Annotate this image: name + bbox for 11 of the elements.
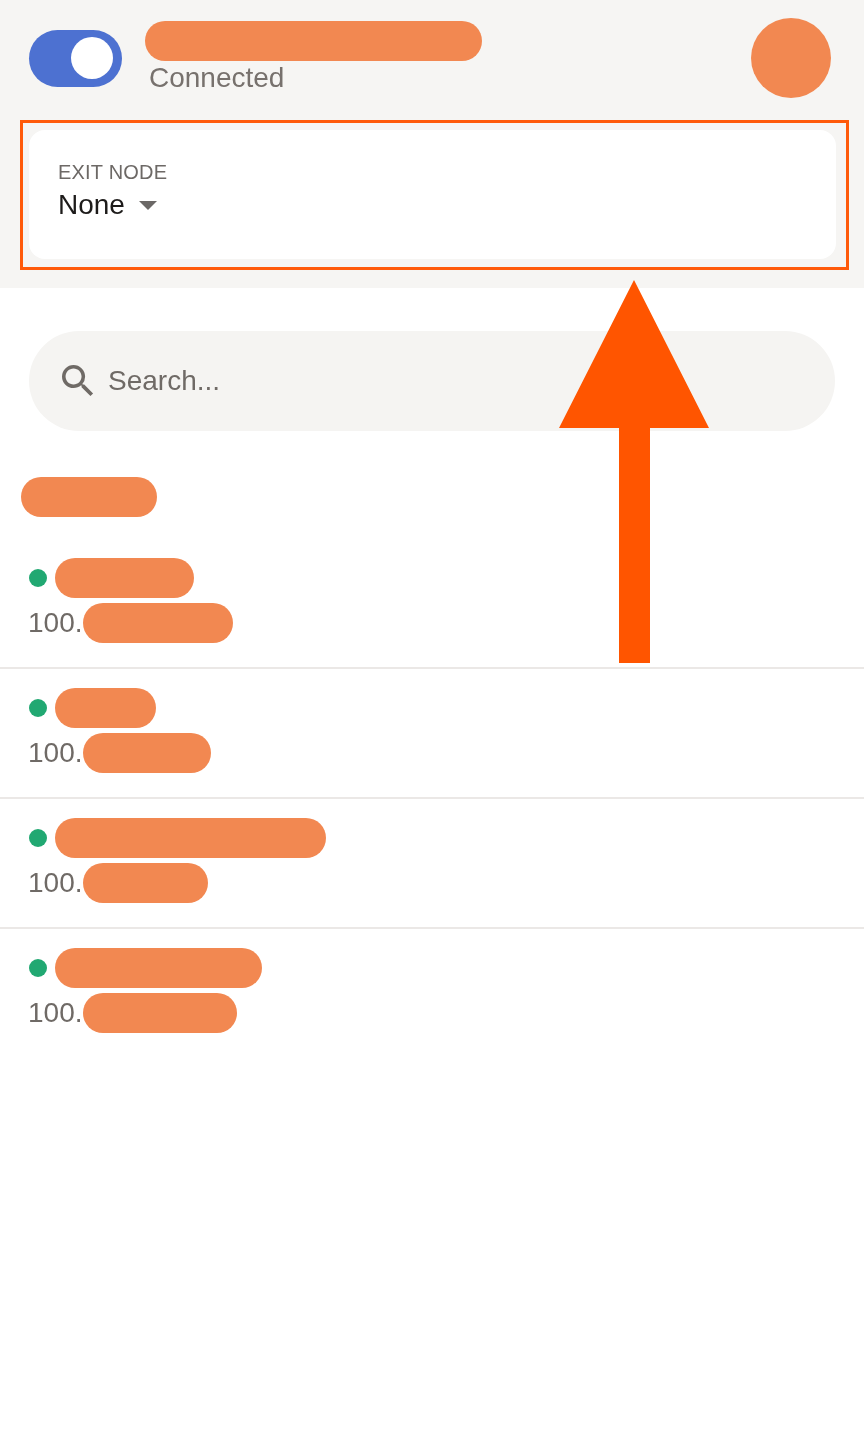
exit-node-value: None bbox=[58, 188, 125, 222]
device-address: 100. bbox=[28, 736, 83, 770]
connection-status: Connected bbox=[149, 61, 285, 95]
device-address: 100. bbox=[28, 606, 83, 640]
exit-node-selector[interactable]: EXIT NODE None bbox=[29, 130, 836, 259]
search-icon bbox=[62, 365, 94, 397]
caret-icon bbox=[138, 200, 157, 210]
vpn-toggle[interactable] bbox=[29, 29, 122, 87]
exit-node-label: EXIT NODE bbox=[58, 160, 168, 184]
device-address: 100. bbox=[28, 996, 83, 1030]
device-address: 100. bbox=[28, 866, 83, 900]
